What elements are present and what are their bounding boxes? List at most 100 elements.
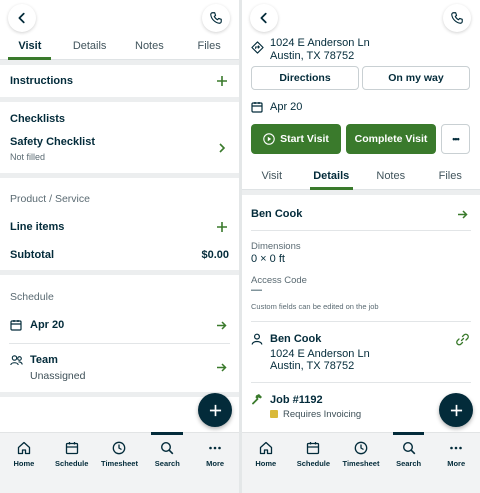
nav-label: Home: [13, 459, 35, 468]
directions-button[interactable]: Directions: [251, 66, 359, 90]
nav-label: Schedule: [55, 459, 89, 468]
phone-icon: [451, 12, 463, 24]
call-button[interactable]: [202, 4, 230, 32]
tab-visit[interactable]: Visit: [242, 166, 302, 189]
client-row[interactable]: Ben Cook: [242, 202, 480, 226]
person-icon: [251, 333, 263, 345]
nav-label: Search: [396, 459, 422, 468]
more-icon: [450, 446, 462, 450]
nav-schedule[interactable]: Schedule: [290, 433, 338, 493]
nav-label: Timesheet: [342, 459, 380, 468]
nav-home[interactable]: Home: [242, 433, 290, 493]
subtotal-label: Subtotal: [10, 249, 54, 261]
clock-icon: [354, 441, 368, 455]
divider: [0, 173, 239, 178]
schedule-date-row[interactable]: Apr 20: [0, 314, 239, 338]
add-instructions-icon[interactable]: [216, 75, 228, 87]
play-icon: [263, 133, 275, 145]
visit-date: Apr 20: [270, 101, 303, 113]
team-label: Team: [30, 354, 58, 366]
divider: [251, 321, 471, 322]
contact-name: Ben Cook: [270, 333, 322, 345]
tab-notes[interactable]: Notes: [120, 36, 180, 59]
tab-visit[interactable]: Visit: [0, 36, 60, 60]
tab-details[interactable]: Details: [60, 36, 120, 59]
dimensions-value: 0 × 0 ft: [251, 253, 285, 265]
divider: [0, 60, 239, 65]
nav-label: More: [447, 459, 466, 468]
team-icon: [10, 355, 23, 366]
start-visit-button[interactable]: Start Visit: [251, 124, 341, 154]
add-fab-button[interactable]: [439, 393, 473, 427]
dimensions-label: Dimensions: [251, 241, 301, 252]
divider: [0, 97, 239, 102]
nav-timesheet[interactable]: Timesheet: [96, 433, 144, 493]
nav-home[interactable]: Home: [0, 433, 48, 493]
line-items-label: Line items: [10, 221, 65, 233]
search-icon: [161, 441, 174, 455]
more-icon: [209, 446, 221, 450]
link-icon[interactable]: [456, 333, 469, 346]
phone-icon: [210, 12, 222, 24]
add-line-item-icon[interactable]: [216, 221, 228, 233]
back-button[interactable]: [8, 4, 36, 32]
checklist-name: Safety Checklist: [10, 136, 95, 148]
product-service-title: Product / Service: [10, 193, 90, 205]
nav-search[interactable]: Search: [143, 432, 191, 493]
plus-icon: [450, 404, 462, 416]
job-row[interactable]: Job #1192 Requires Invoicing: [242, 388, 437, 424]
right-tabs: Visit Details Notes Files: [242, 166, 480, 190]
checklist-status: Not filled: [10, 152, 46, 162]
nav-label: Timesheet: [101, 459, 138, 468]
arrow-right-icon: [217, 363, 227, 372]
chevron-left-icon: [260, 12, 267, 24]
back-button[interactable]: [250, 4, 278, 32]
chevron-right-icon: [219, 143, 226, 153]
hammer-icon: [252, 394, 262, 405]
on-my-way-button[interactable]: On my way: [362, 66, 470, 90]
left-tabs: Visit Details Notes Files: [0, 36, 239, 60]
job-status-badge: Requires Invoicing: [270, 409, 361, 420]
bottom-nav: Home Schedule Timesheet Search More: [242, 432, 480, 493]
contact-address-line2: Austin, TX 78752: [270, 360, 355, 372]
team-row[interactable]: Team Unassigned: [0, 348, 239, 384]
nav-search[interactable]: Search: [385, 432, 433, 493]
schedule-date: Apr 20: [30, 319, 65, 331]
home-icon: [17, 441, 31, 455]
nav-timesheet[interactable]: Timesheet: [337, 433, 385, 493]
more-actions-button[interactable]: •••: [441, 124, 470, 154]
safety-checklist-row[interactable]: Safety Checklist Not filled: [0, 134, 239, 166]
nav-label: Home: [255, 459, 277, 468]
team-value: Unassigned: [30, 370, 86, 382]
nav-schedule[interactable]: Schedule: [48, 433, 96, 493]
tab-notes[interactable]: Notes: [361, 166, 421, 189]
divider: [9, 343, 230, 344]
plus-icon: [209, 404, 221, 416]
instructions-label: Instructions: [10, 75, 73, 87]
access-code-value: —: [251, 284, 262, 296]
call-button[interactable]: [443, 4, 471, 32]
complete-visit-button[interactable]: Complete Visit: [346, 124, 436, 154]
bottom-nav: Home Schedule Timesheet Search More: [0, 432, 239, 493]
arrow-right-icon: [217, 321, 227, 330]
clock-icon: [113, 441, 126, 455]
tab-files[interactable]: Files: [179, 36, 239, 59]
visit-screen-right: 1024 E Anderson Ln Austin, TX 78752 Dire…: [242, 0, 480, 493]
nav-more[interactable]: More: [432, 433, 480, 493]
tab-files[interactable]: Files: [421, 166, 480, 189]
visit-screen-left: Visit Details Notes Files Instructions C…: [0, 0, 239, 493]
tab-details[interactable]: Details: [302, 166, 362, 190]
chevron-left-icon: [18, 12, 25, 24]
calendar-icon: [10, 320, 22, 331]
calendar-icon: [307, 442, 320, 455]
add-fab-button[interactable]: [198, 393, 232, 427]
search-icon: [402, 441, 415, 455]
status-indicator: [270, 410, 278, 418]
nav-more[interactable]: More: [191, 433, 239, 493]
address-line2: Austin, TX 78752: [270, 50, 355, 62]
job-status: Requires Invoicing: [283, 409, 362, 420]
calendar-icon: [65, 442, 78, 455]
schedule-title: Schedule: [10, 291, 54, 303]
nav-label: Schedule: [296, 459, 331, 468]
directions-icon: [251, 41, 264, 54]
